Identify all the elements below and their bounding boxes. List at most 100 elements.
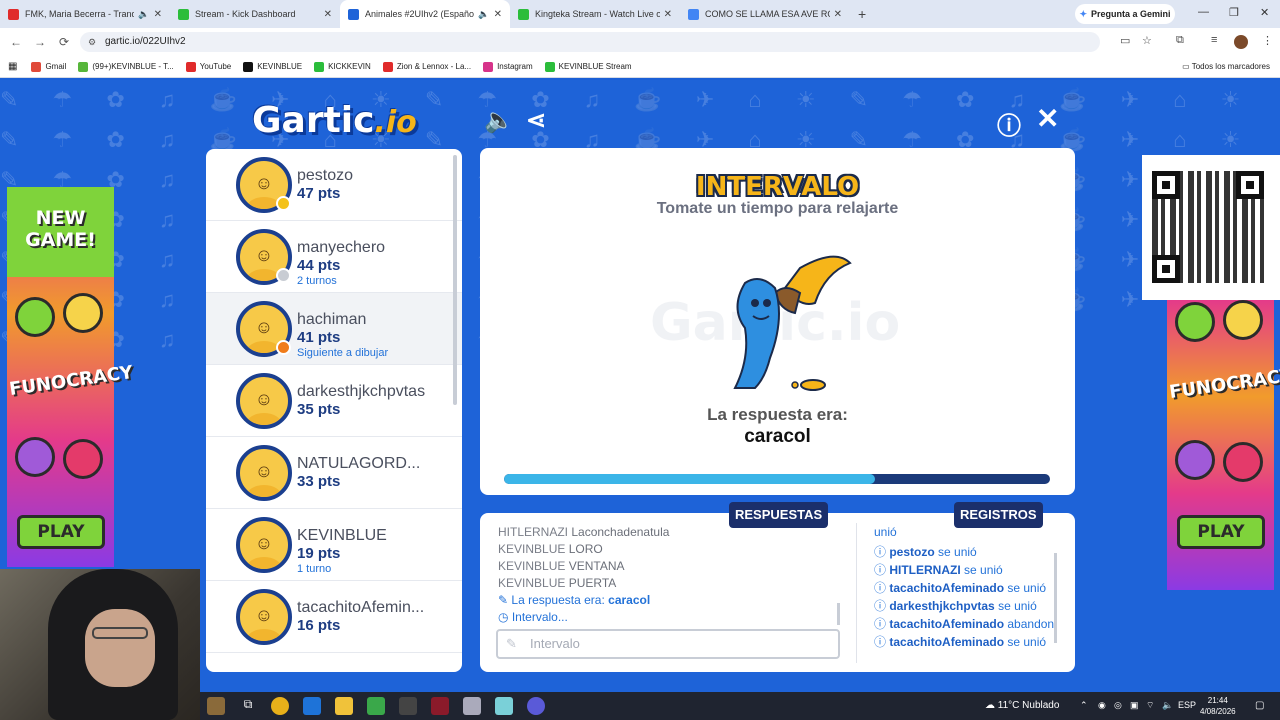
sound-icon[interactable]: 🔈	[484, 106, 514, 135]
browser-tab[interactable]: FMK, Maria Becerra - Tranq 🔈 ✕	[0, 0, 170, 28]
profile-avatar[interactable]	[1234, 35, 1248, 49]
app-icon[interactable]	[463, 697, 481, 715]
all-bookmarks-button[interactable]: ▭ Todos los marcadores	[1182, 62, 1270, 71]
tab-close-icon[interactable]: ✕	[324, 9, 332, 20]
url-text: gartic.io/022UIhv2	[105, 36, 186, 47]
bookmark-item[interactable]: Instagram	[483, 61, 533, 72]
tray-chevron-icon[interactable]: ⌃	[1080, 700, 1088, 711]
avatar-face: ☺	[254, 605, 274, 625]
player-row[interactable]: ☺ NATULAGORD... 33 pts	[206, 437, 462, 509]
browser-tab[interactable]: Stream - Kick Dashboard ✕	[170, 0, 340, 28]
url-field[interactable]: ⚙ gartic.io/022UIhv2	[80, 32, 1100, 52]
player-row[interactable]: ☺ pestozo 47 pts	[206, 149, 462, 221]
minimize-button[interactable]: —	[1198, 6, 1209, 18]
ad-face-icon	[1223, 300, 1263, 340]
log-action: se unió	[938, 545, 977, 559]
obs-icon[interactable]	[399, 697, 417, 715]
tray-app-icon[interactable]: ▣	[1130, 700, 1139, 711]
player-avatar: ☺	[236, 589, 292, 645]
store-icon[interactable]	[367, 697, 385, 715]
ad-beard-face-icon	[15, 437, 55, 477]
gartic-logo: Gartic.io	[252, 100, 417, 141]
maximize-button[interactable]: ❐	[1229, 6, 1239, 19]
webcam-person-face	[85, 609, 155, 687]
avatar-body	[246, 485, 282, 497]
app-icon[interactable]	[431, 697, 449, 715]
player-row[interactable]: ☺ KEVINBLUE 19 pts 1 turno	[206, 509, 462, 581]
notifications-icon[interactable]: ▢	[1255, 700, 1264, 711]
wifi-icon[interactable]: ⌔	[1146, 700, 1154, 711]
app-icon[interactable]	[495, 697, 513, 715]
close-window-button[interactable]: ✕	[1260, 6, 1269, 19]
bookmark-item[interactable]: Gmail	[31, 61, 66, 72]
left-ad-banner[interactable]: NEW GAME! FUNOCRACY PLAY	[7, 187, 134, 567]
log-line: ⓘ darkesthjkchpvtas se unió	[874, 597, 1054, 615]
bookmark-item[interactable]: KEVINBLUE	[243, 61, 302, 72]
avatar-face: ☺	[254, 245, 274, 265]
apps-icon[interactable]: ▦	[8, 61, 17, 72]
info-icon[interactable]: ⓘ	[997, 106, 1021, 141]
site-info-icon[interactable]: ⚙	[88, 32, 96, 52]
log-action: unió	[874, 525, 897, 539]
player-points: 35 pts	[297, 401, 341, 418]
tab-close-icon[interactable]: ✕	[664, 9, 672, 20]
tab-close-icon[interactable]: ✕	[834, 9, 842, 20]
file-explorer-icon[interactable]	[335, 697, 353, 715]
tab-audio-icon[interactable]: 🔈	[478, 9, 489, 20]
ad-play-button[interactable]: PLAY	[1177, 515, 1265, 549]
reload-button[interactable]: ⟳	[52, 35, 76, 49]
tray-app-icon[interactable]: ◎	[1114, 700, 1122, 711]
ad-play-button[interactable]: PLAY	[17, 515, 105, 549]
gemini-button[interactable]: ✦ Pregunta a Gemini	[1075, 4, 1175, 24]
tab-favicon-icon	[348, 8, 359, 20]
media-icon[interactable]: ≡	[1211, 34, 1217, 46]
share-icon[interactable]: ⋖	[526, 106, 546, 135]
close-game-icon[interactable]: ✕	[1036, 102, 1059, 135]
new-tab-button[interactable]: +	[858, 6, 866, 22]
volume-icon[interactable]: 🔈	[1162, 700, 1173, 711]
language-indicator[interactable]: ESP	[1178, 700, 1196, 710]
bookmark-label: KEVINBLUE Stream	[558, 62, 632, 71]
tab-close-icon[interactable]: ✕	[494, 9, 502, 20]
player-row[interactable]: ☺ darkesthjkchpvtas 35 pts	[206, 365, 462, 437]
answer-text: LORO	[568, 542, 603, 556]
app-icon[interactable]	[527, 697, 545, 715]
tab-close-icon[interactable]: ✕	[154, 9, 162, 20]
extensions-icon[interactable]: ⧉	[1176, 34, 1184, 47]
menu-icon[interactable]: ⋮	[1262, 34, 1273, 47]
round-timer-bar	[504, 474, 1050, 484]
player-row[interactable]: ☺ tacachitoAfemin... 16 pts	[206, 581, 462, 653]
forward-button[interactable]: →	[28, 35, 52, 49]
clock[interactable]: 21:44 4/08/2026	[1200, 695, 1236, 717]
tab-audio-icon[interactable]: 🔈	[138, 9, 149, 20]
registros-scrollbar[interactable]	[1054, 553, 1057, 643]
tray-app-icon[interactable]: ◉	[1098, 700, 1106, 711]
answer-input[interactable]: ✎ Intervalo	[496, 629, 840, 659]
player-avatar: ☺	[236, 373, 292, 429]
bookmark-item[interactable]: (99+)KEVINBLUE - T...	[78, 61, 174, 72]
right-ad-banner[interactable]: FUNOCRACY PLAY	[1167, 300, 1280, 590]
task-view-icon[interactable]: ⧉	[239, 697, 257, 715]
bookmark-item[interactable]: KEVINBLUE Stream	[544, 61, 632, 72]
answers-scrollbar[interactable]	[837, 603, 840, 625]
tab-title: Stream - Kick Dashboard	[195, 9, 296, 19]
player-row[interactable]: ☺ manyechero 44 pts 2 turnos	[206, 221, 462, 293]
browser-tab[interactable]: COMO SE LLAMA ESA AVE ROS ✕	[680, 0, 850, 28]
back-button[interactable]: ←	[4, 35, 28, 49]
log-user: tacachitoAfeminado	[889, 617, 1005, 631]
bookmark-item[interactable]: YouTube	[185, 61, 231, 72]
outlook-icon[interactable]	[303, 697, 321, 715]
weather-widget[interactable]: ☁ 11°C Nublado	[985, 700, 1059, 711]
cast-icon[interactable]: ▭	[1120, 34, 1130, 47]
taskbar-app-icon[interactable]	[207, 697, 225, 715]
player-list-scrollbar[interactable]	[453, 155, 457, 405]
answer-user: KEVINBLUE	[498, 576, 566, 590]
bookmark-star-icon[interactable]: ☆	[1142, 34, 1152, 47]
browser-tab[interactable]: Kingteka Stream - Watch Live o ✕	[510, 0, 680, 28]
chrome-icon[interactable]	[271, 697, 289, 715]
player-points: 44 pts	[297, 257, 341, 274]
browser-tab[interactable]: Animales #2UIhv2 (Españo 🔈 ✕	[340, 0, 510, 28]
player-row[interactable]: ☺ hachiman 41 pts Siguiente a dibujar	[206, 293, 462, 365]
bookmark-item[interactable]: Zion & Lennox - La...	[382, 61, 471, 72]
bookmark-item[interactable]: KICKKEVIN	[314, 61, 371, 72]
